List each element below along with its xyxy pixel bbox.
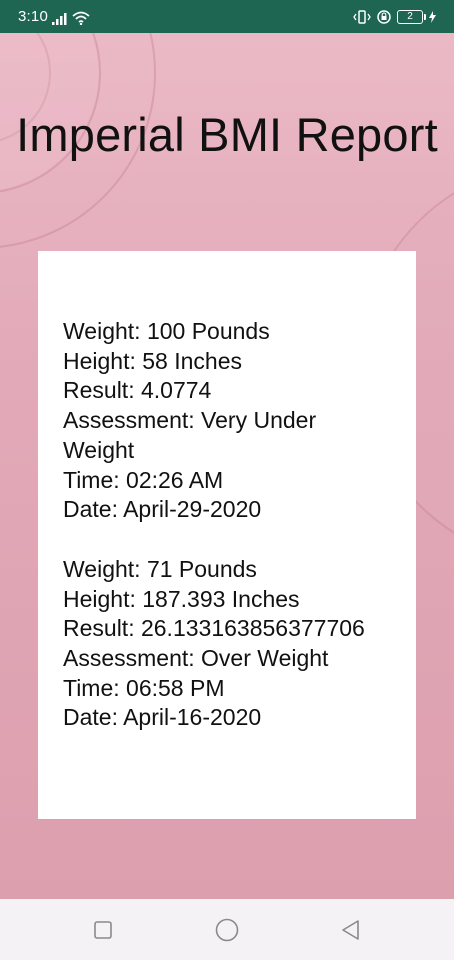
record-time: Time: 06:58 PM bbox=[63, 674, 225, 701]
record-time: Time: 02:26 AM bbox=[63, 466, 224, 493]
status-bar: 3:10 2 bbox=[0, 0, 454, 33]
record-date: Date: April-16-2020 bbox=[63, 704, 262, 731]
wifi-icon bbox=[72, 11, 90, 25]
charging-icon bbox=[429, 11, 436, 23]
battery-icon: 2 bbox=[397, 10, 426, 24]
record-weight: Weight: 100 Pounds bbox=[63, 318, 270, 344]
report-card: Weight: 100 Pounds Height: 58 Inches Res… bbox=[38, 251, 416, 819]
app-content: Imperial BMI Report Weight: 100 Pounds H… bbox=[0, 33, 454, 899]
record-height: Height: 58 Inches bbox=[63, 347, 243, 374]
screen-rotation-lock-icon bbox=[377, 10, 391, 24]
bmi-record: Weight: 100 Pounds Height: 58 Inches Res… bbox=[63, 317, 396, 525]
vibrate-icon bbox=[353, 10, 371, 24]
navigation-bar bbox=[0, 899, 454, 960]
signal-icon bbox=[52, 13, 67, 25]
record-weight: Weight: 71 Pounds bbox=[63, 555, 257, 582]
recent-apps-icon[interactable] bbox=[91, 918, 115, 942]
back-icon[interactable] bbox=[339, 918, 363, 942]
record-assessment: Assessment: Over Weight bbox=[63, 645, 329, 672]
record-result: Result: 4.0774 bbox=[63, 377, 212, 404]
status-time: 3:10 bbox=[18, 8, 48, 25]
bmi-record: Weight: 71 Pounds Height: 187.393 Inches… bbox=[63, 555, 396, 733]
home-icon[interactable] bbox=[215, 918, 239, 942]
report-title: Imperial BMI Report bbox=[16, 108, 438, 161]
status-right-icons: 2 bbox=[353, 8, 436, 26]
record-result: Result: 26.133163856377706 bbox=[63, 615, 365, 642]
record-date: Date: April-29-2020 bbox=[63, 496, 262, 523]
status-left-icons bbox=[52, 9, 90, 25]
record-height: Height: 187.393 Inches bbox=[63, 585, 300, 612]
record-assessment: Assessment: Very Under bbox=[63, 407, 317, 434]
record-assessment-continued: Weight bbox=[63, 436, 135, 463]
